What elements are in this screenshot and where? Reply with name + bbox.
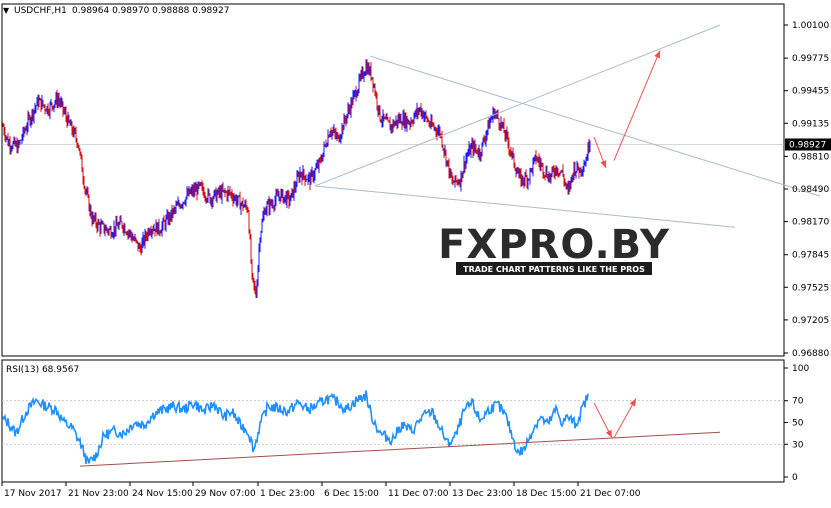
rsi-tick-label: 100 xyxy=(792,364,809,374)
rsi-tick-label: 0 xyxy=(792,473,798,483)
rsi-tick-label: 30 xyxy=(792,440,804,450)
price-tick-label: 0.99135 xyxy=(792,119,829,129)
rsi-label: RSI(13) 68.9567 xyxy=(6,365,79,375)
chart-menu-arrow-icon[interactable]: ▼ xyxy=(3,6,10,15)
price-tick-label: 0.98490 xyxy=(792,185,829,195)
time-tick-label: 1 Dec 23:00 xyxy=(260,489,315,499)
watermark-tagline: TRADE CHART PATTERNS LIKE THE PROS xyxy=(463,265,645,274)
price-trendline xyxy=(314,24,721,187)
time-tick-label: 24 Nov 15:00 xyxy=(132,489,193,499)
time-tick-label: 21 Dec 07:00 xyxy=(580,489,641,499)
current-price-label: 0.98927 xyxy=(789,140,826,150)
rsi-line xyxy=(2,390,589,465)
price-tick-label: 0.97845 xyxy=(792,251,829,261)
chart-svg: 1.00100 0.99775 0.99455 0.99135 0.98810 0.984… xyxy=(1,3,831,499)
ohlc-values: 0.98964 0.98970 0.98888 0.98927 xyxy=(72,6,229,16)
main-panel-frame xyxy=(1,3,785,357)
price-tick-label: 0.97205 xyxy=(792,316,829,326)
rsi-trendline xyxy=(79,431,721,467)
time-tick-label: 6 Dec 15:00 xyxy=(324,489,379,499)
price-tick-label: 0.97525 xyxy=(792,283,829,293)
time-tick-label: 18 Dec 15:00 xyxy=(516,489,577,499)
axes: 1.00100 0.99775 0.99455 0.99135 0.98810 0.984… xyxy=(1,21,831,499)
time-tick-label: 17 Nov 2017 xyxy=(4,489,62,499)
time-tick-label: 29 Nov 07:00 xyxy=(195,489,256,499)
watermark-brand: FXPRO.BY xyxy=(438,222,670,268)
main-price-panel xyxy=(1,3,821,357)
price-trendline xyxy=(314,185,736,228)
time-tick-label: 11 Dec 07:00 xyxy=(388,489,449,499)
watermark: FXPRO.BY TRADE CHART PATTERNS LIKE THE P… xyxy=(438,222,670,275)
price-tick-label: 0.98170 xyxy=(792,218,829,228)
symbol-label: USDCHF,H1 xyxy=(14,6,67,16)
price-arrow-head xyxy=(600,160,607,169)
time-tick-label: 13 Dec 23:00 xyxy=(452,489,513,499)
time-tick-label: 21 Nov 23:00 xyxy=(68,489,129,499)
price-tick-label: 0.99455 xyxy=(792,87,829,97)
rsi-panel xyxy=(1,359,785,483)
price-tick-label: 1.00100 xyxy=(792,21,829,31)
rsi-tick-label: 70 xyxy=(792,397,804,407)
chart-window: 1.00100 0.99775 0.99455 0.99135 0.98810 0.984… xyxy=(0,0,831,504)
price-tick-label: 0.96880 xyxy=(792,349,829,359)
price-tick-label: 0.98810 xyxy=(792,152,829,162)
price-tick-label: 0.99775 xyxy=(792,54,829,64)
chart-header: ▼ USDCHF,H1 0.98964 0.98970 0.98888 0.98… xyxy=(3,6,229,16)
rsi-tick-label: 50 xyxy=(792,419,804,429)
rsi-arrow-head xyxy=(629,398,636,407)
